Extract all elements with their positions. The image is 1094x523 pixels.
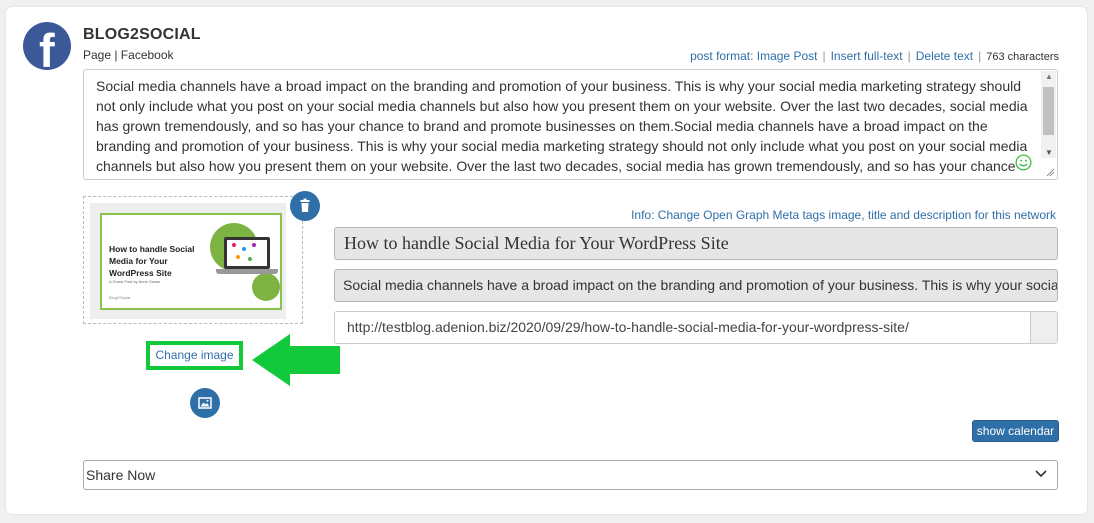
og-info-link[interactable]: Info: Change Open Graph Meta tags image,…: [631, 208, 1056, 222]
thumbnail-logo: Blog2Social: [109, 295, 131, 300]
facebook-icon: f: [23, 22, 71, 70]
thumbnail-dot: [232, 243, 236, 247]
post-format-link[interactable]: post format: Image Post: [690, 49, 817, 63]
chevron-down-icon: [1035, 470, 1047, 478]
laptop-illustration: [224, 237, 270, 269]
thumbnail-title: How to handle Social Media for Your Word…: [109, 244, 195, 278]
url-addon[interactable]: [1030, 312, 1057, 343]
scroll-up-icon[interactable]: ▲: [1045, 72, 1053, 81]
thumbnail-dot: [242, 247, 246, 251]
green-arrow-icon: [252, 334, 340, 386]
laptop-base: [216, 269, 278, 274]
thumbnail-subtitle: A Guest Post by Anne Susan: [109, 279, 161, 284]
toolbar-separator: |: [822, 49, 826, 63]
post-text[interactable]: Social media channels have a broad impac…: [96, 76, 1031, 179]
scroll-down-icon[interactable]: ▼: [1045, 148, 1053, 157]
image-icon: [198, 397, 212, 409]
character-count: 763 characters: [986, 51, 1059, 63]
og-url-field[interactable]: http://testblog.adenion.biz/2020/09/29/h…: [334, 311, 1058, 344]
scrollbar-thumb[interactable]: [1043, 87, 1054, 135]
emoji-icon[interactable]: [1015, 154, 1032, 171]
post-image-box: How to handle Social Media for Your Word…: [83, 196, 303, 324]
delete-image-button[interactable]: [290, 191, 320, 221]
og-description-field[interactable]: Social media channels have a broad impac…: [334, 269, 1058, 302]
og-url-value[interactable]: http://testblog.adenion.biz/2020/09/29/h…: [347, 319, 909, 335]
thumbnail-dot: [252, 243, 256, 247]
thumbnail-dot: [236, 255, 240, 259]
thumbnail-blob: [252, 273, 280, 301]
toolbar-separator: |: [978, 49, 982, 63]
resize-handle-icon[interactable]: [1046, 168, 1055, 177]
share-timing-value: Share Now: [86, 467, 156, 483]
toolbar-separator: |: [907, 49, 911, 63]
post-text-area[interactable]: Social media channels have a broad impac…: [83, 69, 1058, 180]
textarea-scrollbar[interactable]: ▲ ▼: [1041, 71, 1056, 158]
og-title-field[interactable]: How to handle Social Media for Your Word…: [334, 227, 1058, 260]
delete-text-link[interactable]: Delete text: [916, 49, 973, 63]
thumbnail-dot: [248, 257, 252, 261]
account-name: BLOG2SOCIAL: [83, 26, 201, 43]
post-image-thumbnail[interactable]: How to handle Social Media for Your Word…: [90, 203, 286, 319]
account-type: Page | Facebook: [83, 48, 174, 62]
change-image-link[interactable]: Change image: [150, 345, 239, 366]
share-timing-select[interactable]: Share Now: [83, 460, 1058, 490]
insert-full-text-link[interactable]: Insert full-text: [831, 49, 903, 63]
post-toolbar: post format: Image Post | Insert full-text…: [690, 49, 1059, 63]
select-media-button[interactable]: [190, 388, 220, 418]
thumbnail-frame: How to handle Social Media for Your Word…: [100, 213, 282, 310]
show-calendar-button[interactable]: show calendar: [972, 420, 1059, 442]
change-image-highlight: Change image: [146, 341, 243, 370]
trash-icon: [300, 198, 310, 212]
